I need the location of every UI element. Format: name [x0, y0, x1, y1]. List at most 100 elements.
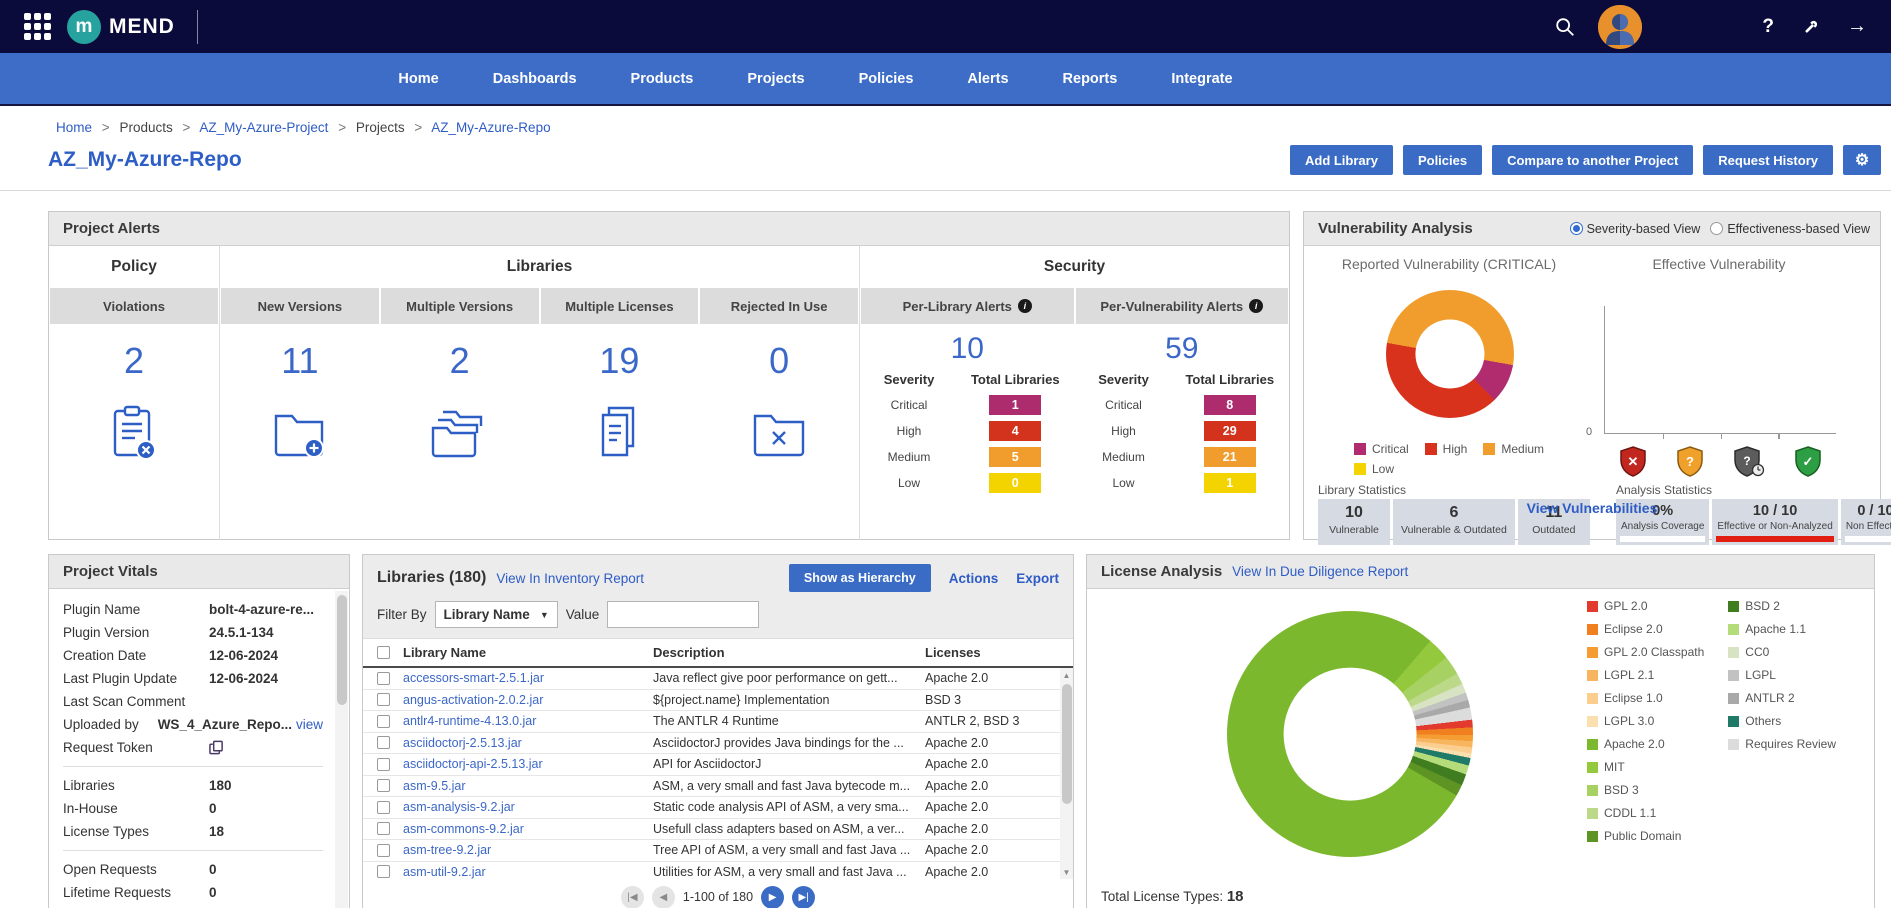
legend-item[interactable]: LGPL 3.0	[1587, 714, 1704, 728]
legend-item[interactable]: GPL 2.0	[1587, 599, 1704, 613]
library-table-row[interactable]: accessors-smart-2.5.1.jar Java reflect g…	[363, 668, 1073, 690]
vitals-scrollbar[interactable]	[335, 591, 348, 908]
library-name-link[interactable]: asciidoctorj-api-2.5.13.jar	[403, 757, 653, 771]
breadcrumb-repo[interactable]: AZ_My-Azure-Repo	[431, 120, 550, 135]
per-library-alerts-total[interactable]: 10	[861, 332, 1074, 366]
in-analysis-shield-icon[interactable]: ?	[1732, 446, 1766, 482]
severity-count-badge[interactable]: 29	[1204, 421, 1256, 441]
nav-item[interactable]: Alerts	[967, 71, 1008, 87]
row-checkbox[interactable]	[377, 844, 390, 857]
severity-count-badge[interactable]: 0	[989, 473, 1041, 493]
show-as-hierarchy-button[interactable]: Show as Hierarchy	[789, 564, 931, 592]
settings-gear-button[interactable]: ⚙	[1843, 145, 1881, 175]
severity-count-badge[interactable]: 5	[989, 447, 1041, 467]
export-menu[interactable]: Export	[1016, 571, 1059, 586]
breadcrumb-project[interactable]: AZ_My-Azure-Project	[199, 120, 328, 135]
row-checkbox[interactable]	[377, 672, 390, 685]
mend-logo-icon[interactable]: m	[67, 10, 101, 44]
nav-item[interactable]: Home	[398, 71, 438, 87]
legend-item[interactable]: LGPL	[1728, 668, 1836, 682]
policies-button[interactable]: Policies	[1403, 145, 1482, 175]
library-table-row[interactable]: asciidoctorj-api-2.5.13.jar API for Asci…	[363, 754, 1073, 776]
legend-item[interactable]: Eclipse 2.0	[1587, 622, 1704, 636]
effectiveness-based-view-radio[interactable]: Effectiveness-based View	[1710, 222, 1870, 236]
row-checkbox[interactable]	[377, 693, 390, 706]
row-checkbox[interactable]	[377, 715, 390, 728]
new-versions-count[interactable]: 11	[221, 340, 379, 382]
reported-vulnerability-donut[interactable]	[1386, 290, 1514, 418]
help-icon[interactable]: ?	[1762, 16, 1774, 38]
library-name-link[interactable]: accessors-smart-2.5.1.jar	[403, 671, 653, 685]
nav-item[interactable]: Products	[631, 71, 694, 87]
info-icon[interactable]: i	[1018, 299, 1032, 313]
library-name-link[interactable]: asm-commons-9.2.jar	[403, 822, 653, 836]
breadcrumb-home[interactable]: Home	[56, 120, 92, 135]
library-name-link[interactable]: asm-tree-9.2.jar	[403, 843, 653, 857]
nav-item[interactable]: Dashboards	[493, 71, 577, 87]
table-scrollbar[interactable]: ▲ ▼	[1060, 668, 1073, 879]
library-table-row[interactable]: asm-9.5.jar ASM, a very small and fast J…	[363, 776, 1073, 798]
library-table-row[interactable]: asm-commons-9.2.jar Usefull class adapte…	[363, 819, 1073, 841]
logout-arrow-icon[interactable]: →	[1847, 15, 1867, 38]
inventory-report-link[interactable]: View In Inventory Report	[496, 571, 644, 586]
severity-count-badge[interactable]: 4	[989, 421, 1041, 441]
nav-item[interactable]: Reports	[1063, 71, 1118, 87]
legend-item[interactable]: Public Domain	[1587, 829, 1704, 843]
filter-field-dropdown[interactable]: Library Name▼	[435, 601, 558, 628]
multiple-licenses-count[interactable]: 19	[541, 340, 699, 382]
first-page-button[interactable]: |◀	[621, 886, 644, 908]
last-page-button[interactable]: ▶|	[792, 886, 815, 908]
library-name-link[interactable]: asm-util-9.2.jar	[403, 865, 653, 879]
legend-item[interactable]: Others	[1728, 714, 1836, 728]
wrench-icon[interactable]	[1802, 17, 1821, 36]
library-table-row[interactable]: antlr4-runtime-4.13.0.jar The ANTLR 4 Ru…	[363, 711, 1073, 733]
severity-count-badge[interactable]: 8	[1204, 395, 1256, 415]
protected-shield-icon[interactable]: ✓	[1793, 446, 1823, 482]
select-all-checkbox[interactable]	[377, 646, 390, 659]
legend-item[interactable]: LGPL 2.1	[1587, 668, 1704, 682]
library-name-link[interactable]: asm-analysis-9.2.jar	[403, 800, 653, 814]
legend-item[interactable]: Apache 2.0	[1587, 737, 1704, 751]
severity-count-badge[interactable]: 21	[1204, 447, 1256, 467]
library-name-link[interactable]: antlr4-runtime-4.13.0.jar	[403, 714, 653, 728]
legend-item[interactable]: Apache 1.1	[1728, 622, 1836, 636]
legend-item[interactable]: Requires Review	[1728, 737, 1836, 751]
per-vulnerability-alerts-total[interactable]: 59	[1076, 332, 1289, 366]
legend-item[interactable]: BSD 3	[1587, 783, 1704, 797]
library-table-row[interactable]: angus-activation-2.0.2.jar ${project.nam…	[363, 690, 1073, 712]
nav-item[interactable]: Integrate	[1171, 71, 1232, 87]
suspected-shield-icon[interactable]: ?	[1675, 446, 1705, 482]
severity-count-badge[interactable]: 1	[1204, 473, 1256, 493]
nav-item[interactable]: Policies	[859, 71, 914, 87]
legend-item[interactable]: CDDL 1.1	[1587, 806, 1704, 820]
row-checkbox[interactable]	[377, 865, 390, 878]
user-avatar[interactable]	[1598, 5, 1642, 49]
severity-based-view-radio[interactable]: Severity-based View	[1570, 222, 1701, 236]
rejected-in-use-count[interactable]: 0	[700, 340, 858, 382]
vulnerable-shield-icon[interactable]: ✕	[1618, 446, 1648, 482]
severity-count-badge[interactable]: 1	[989, 395, 1041, 415]
license-donut-chart[interactable]	[1227, 611, 1473, 857]
uploaded-by-view-link[interactable]: view	[296, 713, 323, 736]
view-vulnerabilities-link[interactable]: View Vulnerabilities	[1304, 500, 1880, 516]
apps-grid-icon[interactable]	[24, 13, 51, 40]
violations-count[interactable]: 2	[50, 340, 218, 382]
library-table-row[interactable]: asm-tree-9.2.jar Tree API of ASM, a very…	[363, 840, 1073, 862]
library-table-row[interactable]: asciidoctorj-2.5.13.jar AsciidoctorJ pro…	[363, 733, 1073, 755]
legend-item[interactable]: Eclipse 1.0	[1587, 691, 1704, 705]
search-icon[interactable]	[1554, 16, 1576, 38]
filter-value-input[interactable]	[607, 601, 759, 628]
row-checkbox[interactable]	[377, 736, 390, 749]
due-diligence-report-link[interactable]: View In Due Diligence Report	[1232, 564, 1408, 579]
prev-page-button[interactable]: ◀	[652, 886, 675, 908]
row-checkbox[interactable]	[377, 758, 390, 771]
legend-item[interactable]: BSD 2	[1728, 599, 1836, 613]
copy-token-icon[interactable]	[209, 740, 224, 755]
add-library-button[interactable]: Add Library	[1290, 145, 1393, 175]
compare-project-button[interactable]: Compare to another Project	[1492, 145, 1693, 175]
legend-item[interactable]: ANTLR 2	[1728, 691, 1836, 705]
library-name-link[interactable]: asciidoctorj-2.5.13.jar	[403, 736, 653, 750]
library-name-link[interactable]: asm-9.5.jar	[403, 779, 653, 793]
library-name-link[interactable]: angus-activation-2.0.2.jar	[403, 693, 653, 707]
row-checkbox[interactable]	[377, 779, 390, 792]
